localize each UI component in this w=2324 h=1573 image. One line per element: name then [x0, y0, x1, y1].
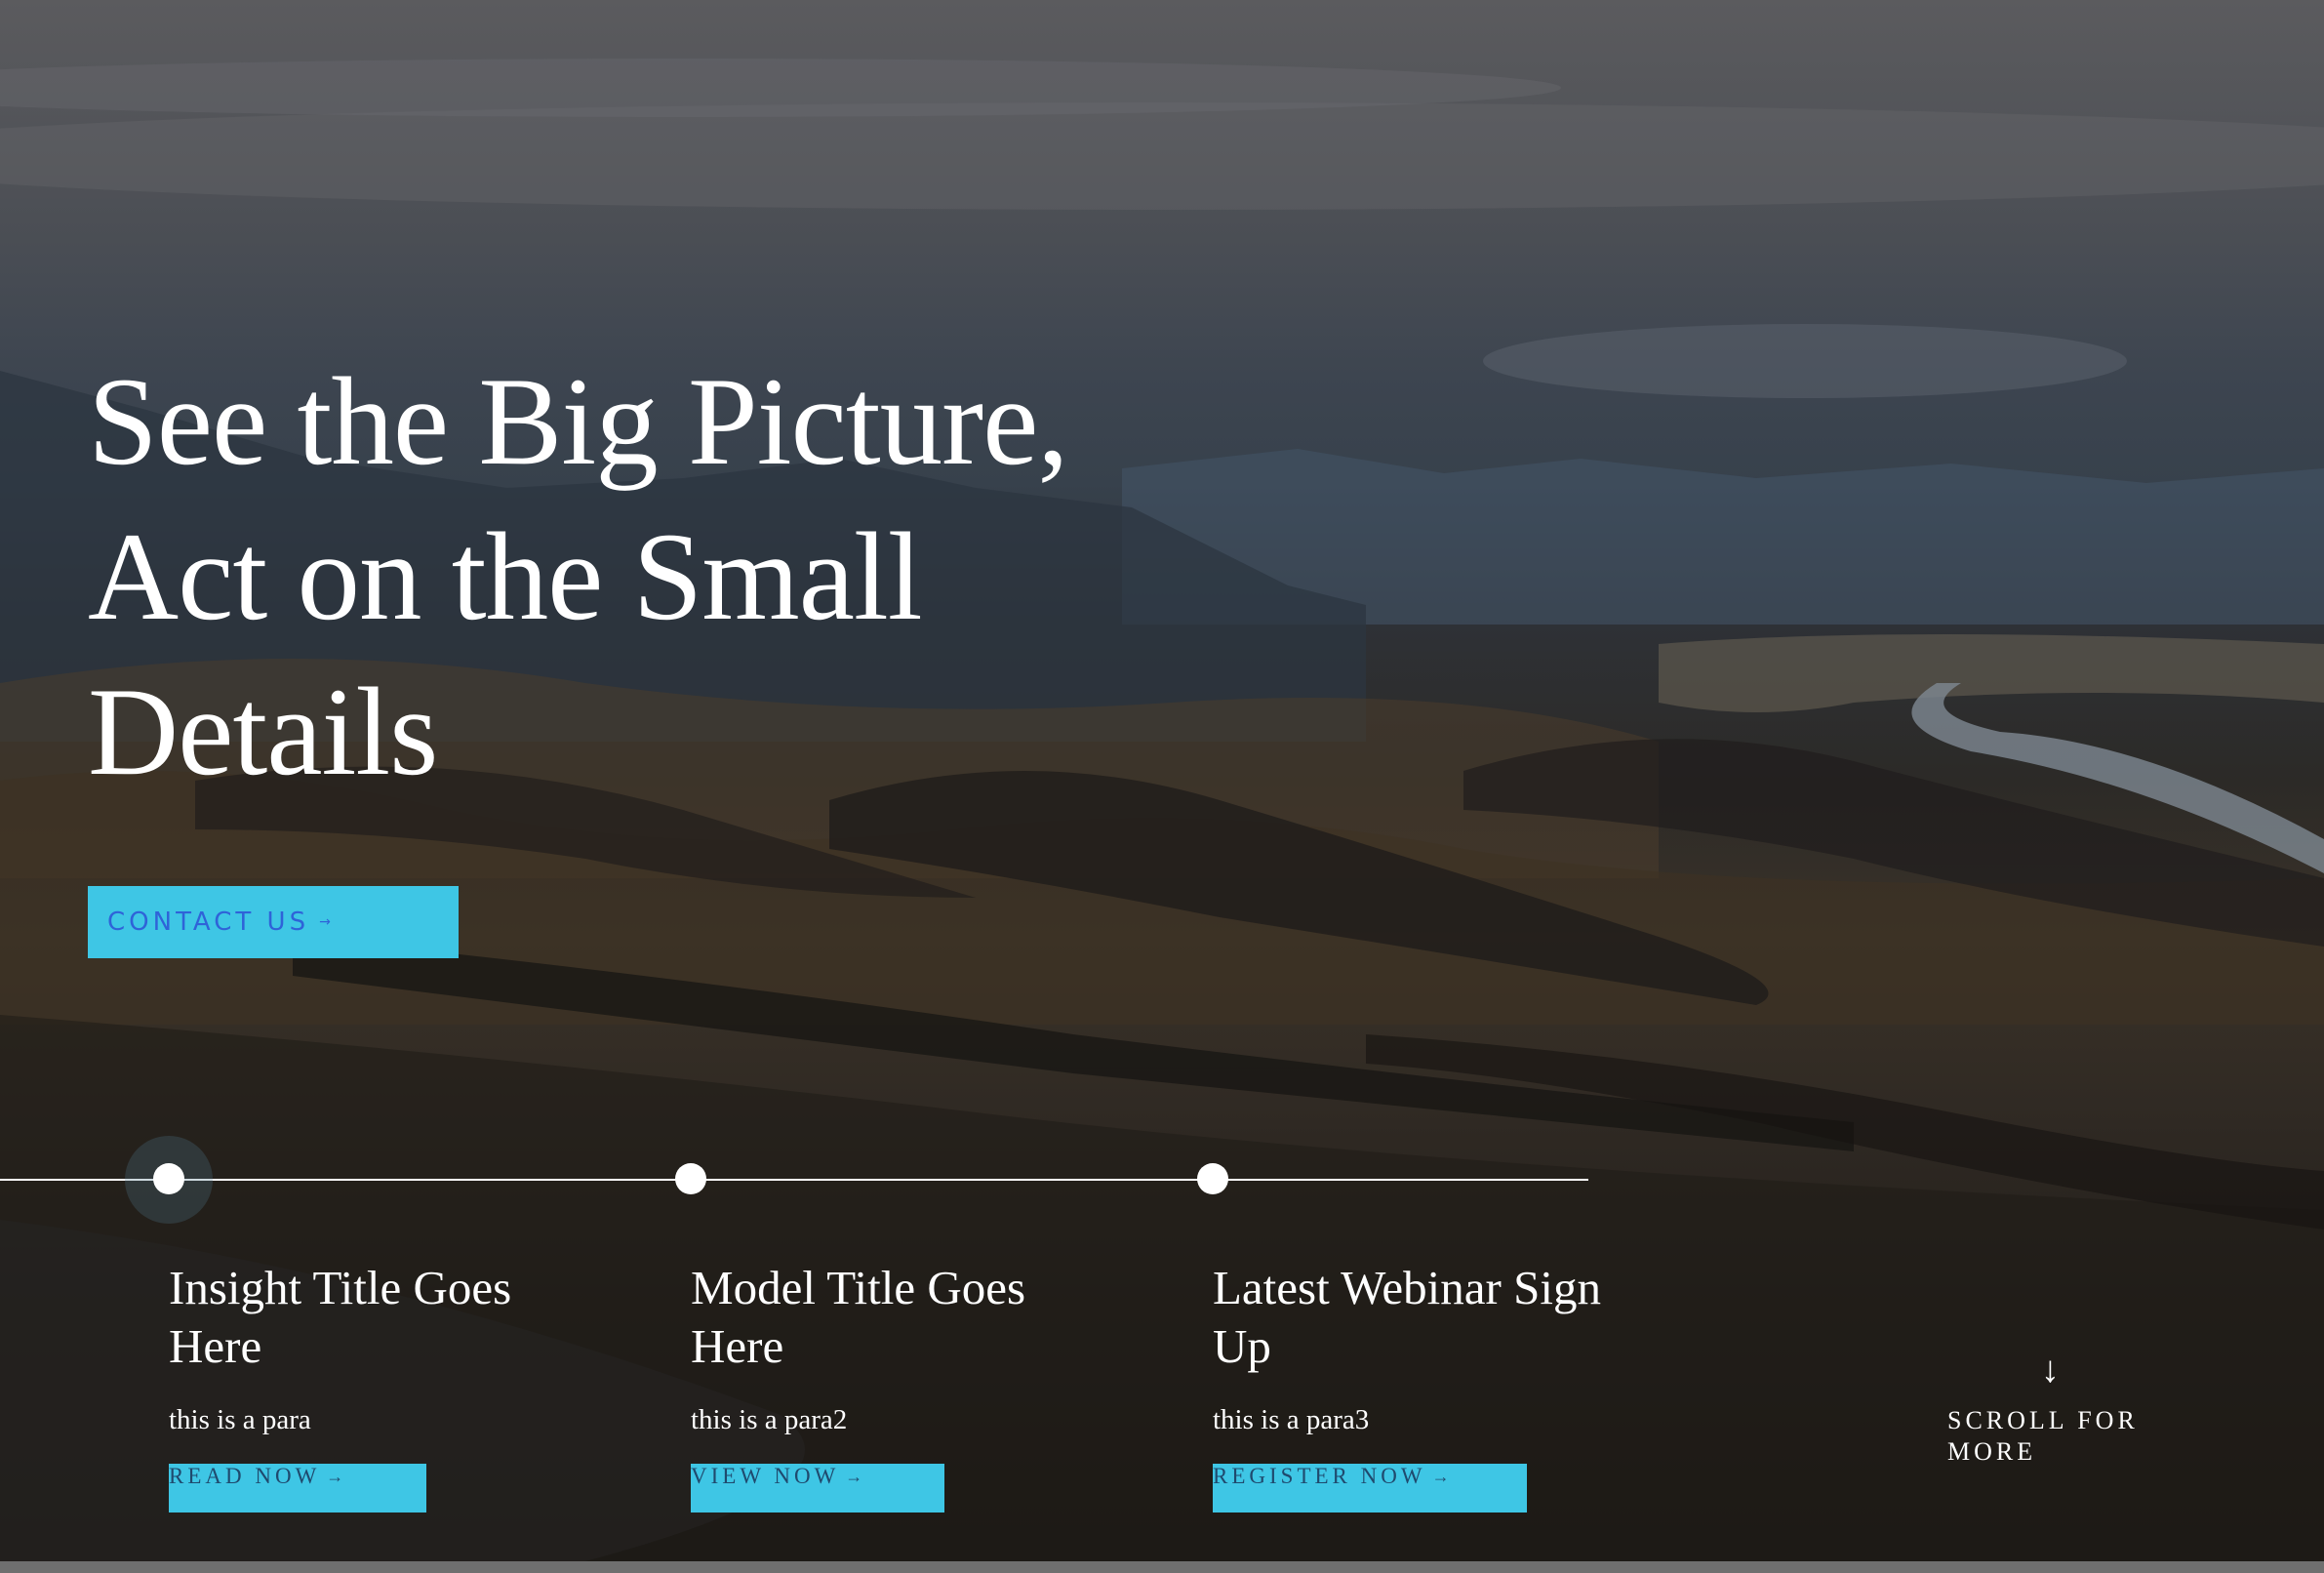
read-now-label: READ NOW	[169, 1464, 321, 1488]
timeline-line	[0, 1179, 1588, 1181]
view-now-label: VIEW NOW	[691, 1464, 840, 1488]
arrow-right-icon: →	[326, 1467, 344, 1486]
timeline-dot-insight[interactable]	[153, 1163, 184, 1194]
card-title: Latest Webinar Sign Up	[1213, 1261, 1601, 1373]
card-text: this is a para	[169, 1404, 311, 1435]
timeline-dot-model[interactable]	[675, 1163, 706, 1194]
model-card: Model Title Goes Here this is a para2 VI…	[691, 1259, 1101, 1512]
page-title: See the Big Picture, Act on the Small De…	[88, 351, 1069, 801]
webinar-card: Latest Webinar Sign Up this is a para3 R…	[1213, 1259, 1623, 1512]
timeline-dot-webinar[interactable]	[1197, 1163, 1228, 1194]
bottom-border	[0, 1561, 2324, 1573]
arrow-right-icon: →	[1431, 1467, 1450, 1486]
read-now-button[interactable]: READ NOW →	[169, 1464, 426, 1512]
view-now-button[interactable]: VIEW NOW →	[691, 1464, 944, 1512]
scroll-label: SCROLL FOR MORE	[1947, 1406, 2139, 1466]
card-text: this is a para3	[1213, 1404, 1370, 1435]
arrow-right-icon: →	[319, 914, 331, 930]
contact-us-button[interactable]: CONTACT US →	[88, 886, 459, 958]
register-now-label: REGISTER NOW	[1213, 1464, 1426, 1488]
card-title: Insight Title Goes Here	[169, 1261, 512, 1373]
scroll-for-more[interactable]: ↓ SCROLL FOR MORE	[1947, 1349, 2172, 1468]
arrow-right-icon: →	[845, 1467, 863, 1486]
register-now-button[interactable]: REGISTER NOW →	[1213, 1464, 1527, 1512]
card-title: Model Title Goes Here	[691, 1261, 1026, 1373]
card-text: this is a para2	[691, 1404, 848, 1435]
contact-us-label: CONTACT US	[107, 908, 310, 937]
insight-card: Insight Title Goes Here this is a para R…	[169, 1259, 579, 1512]
arrow-down-icon: ↓	[2041, 1350, 2060, 1391]
